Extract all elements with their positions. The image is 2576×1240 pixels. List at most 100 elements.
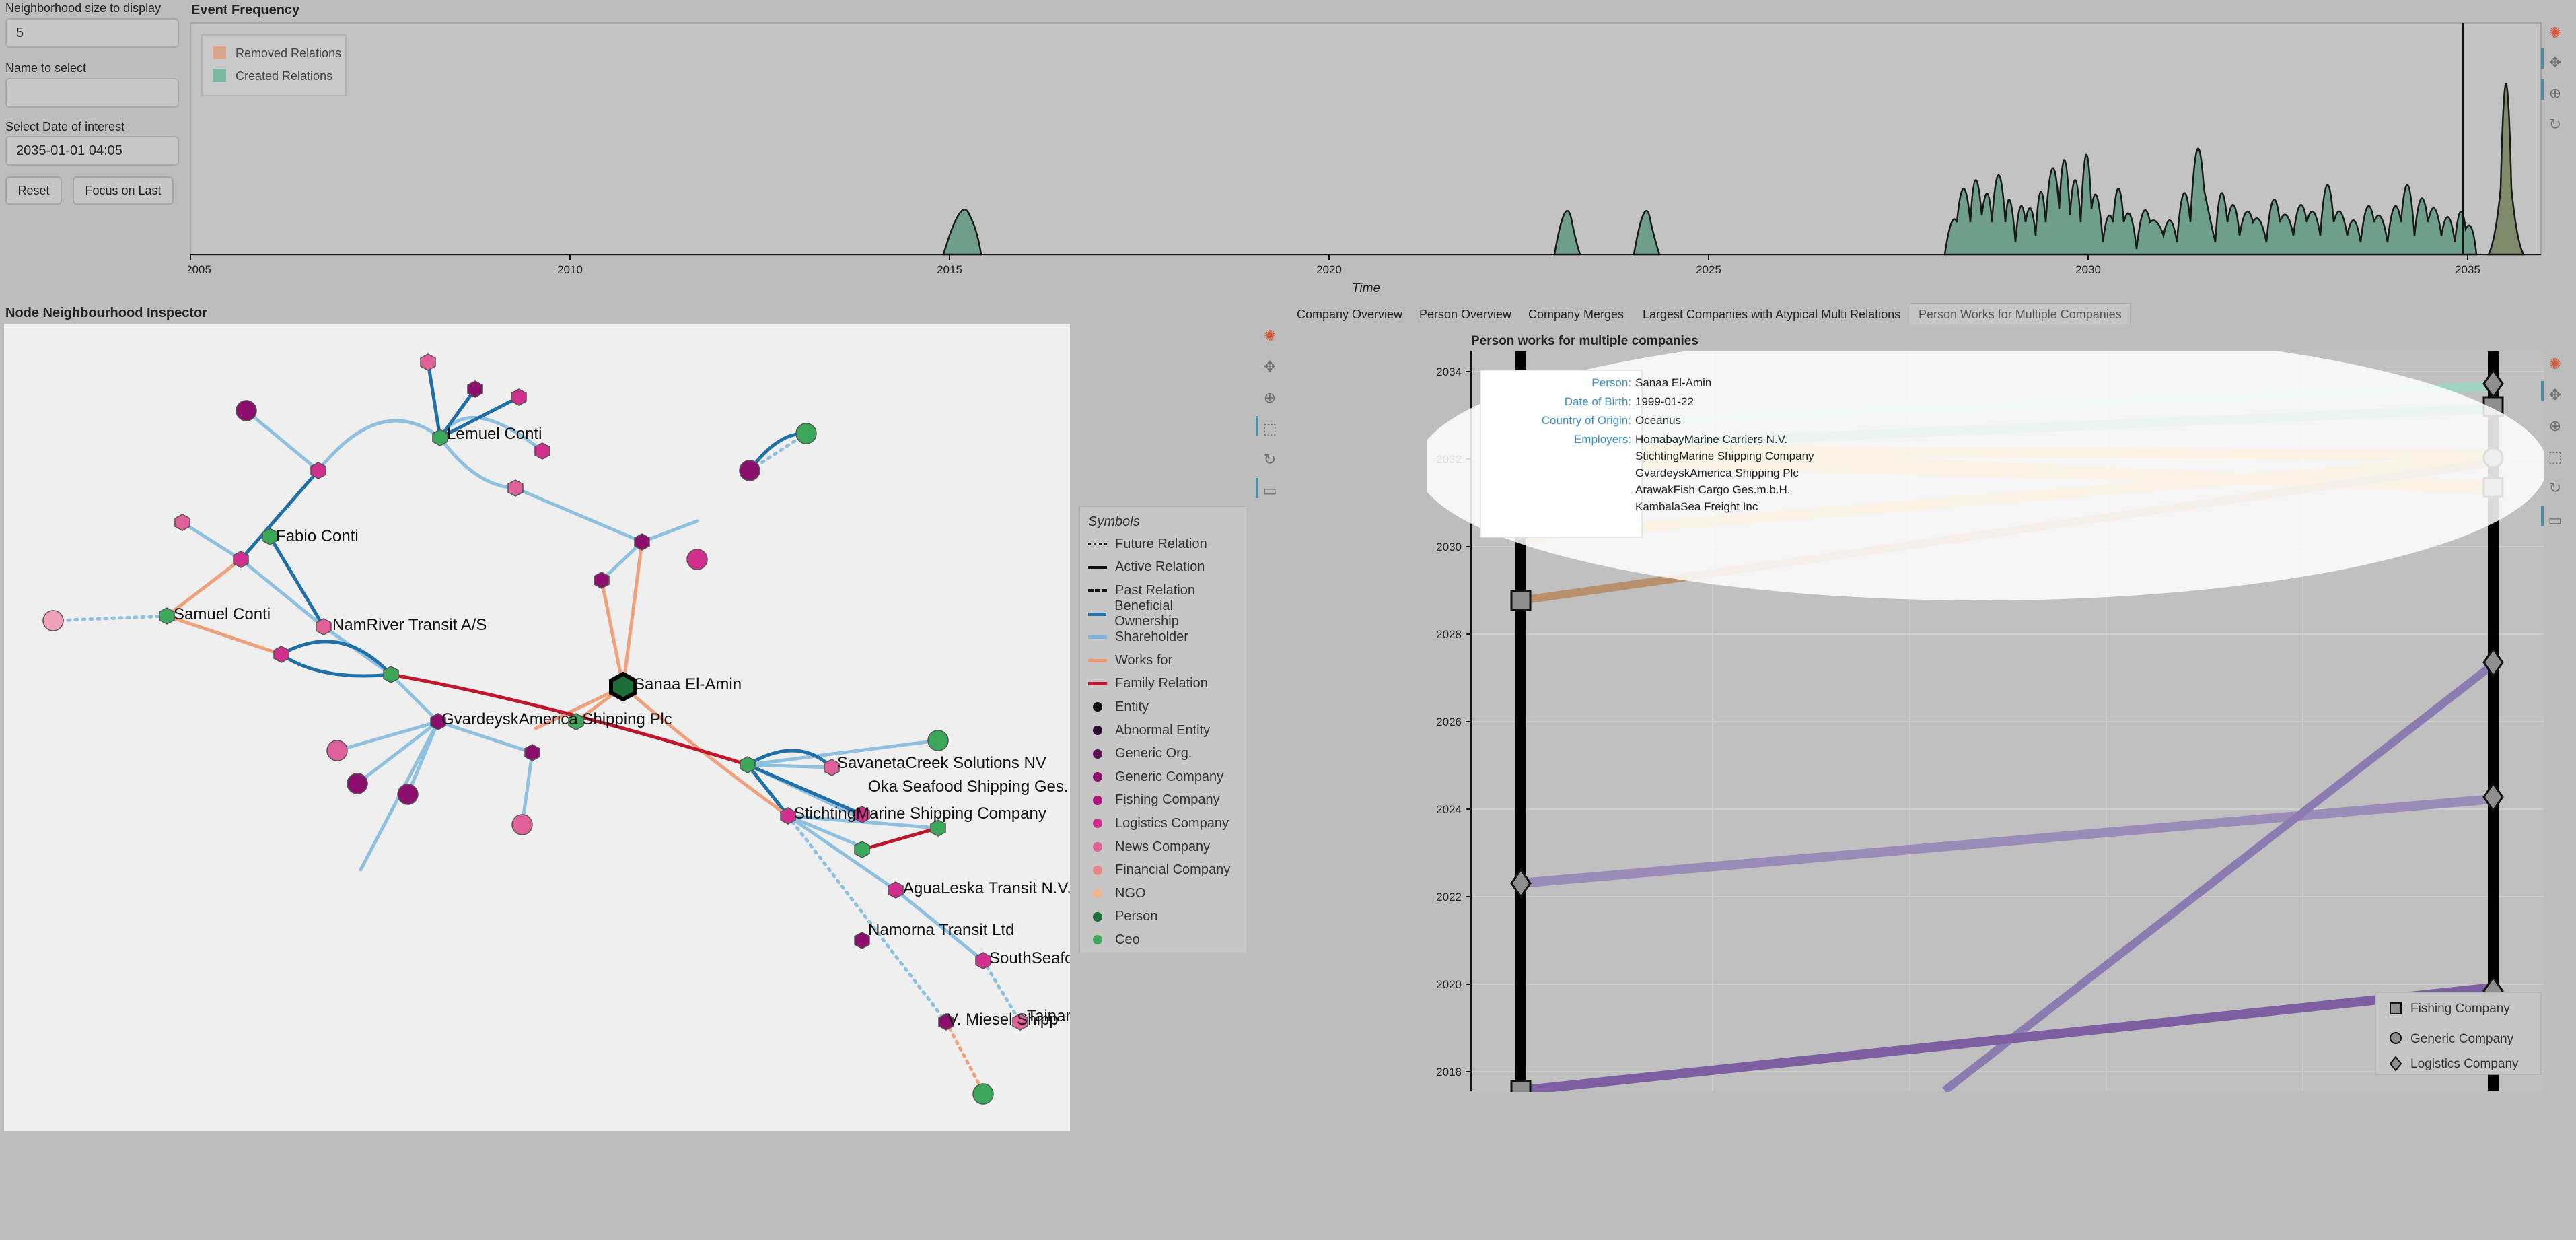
- inspector-title: Node Neighbourhood Inspector: [5, 306, 207, 320]
- network-graph[interactable]: Lemuel Conti Fabio Conti Samuel Conti Na…: [4, 324, 1070, 1131]
- node-label: SavanetaCreek Solutions NV: [837, 754, 1046, 772]
- symbol-ceo: Ceo: [1088, 928, 1238, 952]
- date-select-input[interactable]: 2035-01-01 04:05: [5, 136, 179, 166]
- box-select-icon[interactable]: ⬚: [2545, 447, 2565, 467]
- event-x-tick: 2010: [557, 263, 583, 276]
- symbol-financial-company: Financial Company: [1088, 858, 1238, 882]
- event-x-tick: 2025: [1696, 263, 1721, 276]
- event-x-tick: 2005: [188, 263, 211, 276]
- tab-person-works-multiple[interactable]: Person Works for Multiple Companies: [1910, 303, 2131, 324]
- event-frequency-title: Event Frequency: [191, 3, 300, 18]
- legend-label: Fishing Company: [2410, 1002, 2510, 1016]
- wheel-zoom-icon[interactable]: ⊕: [2545, 83, 2565, 104]
- bokeh-logo-icon[interactable]: ✺: [2545, 23, 2565, 43]
- node-label: StichtingMarine Shipping Company: [794, 804, 1046, 823]
- symbols-legend: Symbols Future Relation Active Relation …: [1079, 506, 1246, 953]
- y-tick: 2030: [1436, 541, 1462, 553]
- toolbar-active-indicator: [2541, 381, 2544, 401]
- tooltip-employer: KambalaSea Freight Inc: [1635, 500, 1758, 513]
- event-x-tick: 2020: [1316, 263, 1342, 276]
- toolbar-active-indicator: [1256, 416, 1258, 436]
- legend-marker-circle: [2390, 1032, 2402, 1044]
- tooltip-key: Country of Origin:: [1542, 414, 1631, 427]
- tab-largest-companies[interactable]: Largest Companies with Atypical Multi Re…: [1634, 303, 1909, 324]
- symbol-person: Person: [1088, 905, 1238, 929]
- legend-label: Logistics Company: [2410, 1057, 2519, 1071]
- tooltip-value: Sanaa El-Amin: [1635, 376, 1711, 389]
- node-label: AguaLeska Transit N.V.: [903, 879, 1070, 897]
- name-select-label: Name to select: [5, 61, 87, 75]
- event-legend-box: [201, 34, 347, 96]
- hover-tool-icon[interactable]: ▭: [2545, 510, 2565, 530]
- graph-right-edge: [1070, 324, 1077, 1131]
- toolbar-active-indicator: [2541, 506, 2544, 526]
- reset-tool-icon[interactable]: ↻: [1260, 450, 1280, 470]
- reset-button[interactable]: Reset: [5, 176, 62, 205]
- node-label: NamRiver Transit A/S: [332, 616, 487, 634]
- tab-company-merges[interactable]: Company Merges: [1519, 303, 1633, 324]
- node-label: Tainam: [1027, 1007, 1070, 1025]
- node-label: SouthSeafo: [989, 949, 1070, 967]
- hover-tool-icon[interactable]: ▭: [1260, 481, 1280, 501]
- node-label: GvardeyskAmerica Shipping Plc: [441, 710, 672, 728]
- legend-label-created: Created Relations: [236, 69, 332, 83]
- name-select-input[interactable]: [5, 78, 179, 108]
- symbol-ngo: NGO: [1088, 882, 1238, 905]
- tooltip-key: Person:: [1591, 376, 1631, 389]
- pan-tool-icon[interactable]: ✥: [1260, 357, 1280, 377]
- legend-label-removed: Removed Relations: [236, 46, 341, 60]
- symbol-beneficial-ownership: Beneficial Ownership: [1088, 598, 1238, 629]
- y-tick: 2020: [1436, 978, 1462, 991]
- bokeh-logo-icon[interactable]: ✺: [1260, 326, 1280, 346]
- focus-on-last-button[interactable]: Focus on Last: [73, 176, 174, 205]
- legend-label: Generic Company: [2410, 1032, 2514, 1046]
- pan-tool-icon[interactable]: ✥: [2545, 385, 2565, 405]
- toolbar-active-indicator: [2541, 79, 2544, 100]
- y-tick: 2034: [1436, 366, 1462, 378]
- event-x-tick: 2015: [937, 263, 962, 276]
- reset-tool-icon[interactable]: ↻: [2545, 114, 2565, 135]
- tooltip-key: Employers:: [1574, 433, 1631, 446]
- wheel-zoom-icon[interactable]: ⊕: [2545, 416, 2565, 436]
- person-chart-title: Person works for multiple companies: [1471, 334, 1698, 348]
- symbol-logistics-company: Logistics Company: [1088, 812, 1238, 835]
- node-label: Samuel Conti: [174, 605, 271, 623]
- bokeh-logo-icon[interactable]: ✺: [2545, 354, 2565, 374]
- symbol-works-for: Works for: [1088, 649, 1238, 673]
- symbols-title: Symbols: [1088, 514, 1140, 529]
- date-select-label: Select Date of interest: [5, 120, 125, 133]
- tooltip-employer: HomabayMarine Carriers N.V.: [1635, 433, 1787, 446]
- event-x-axis-label: Time: [1352, 281, 1380, 296]
- node-label: Fabio Conti: [276, 527, 359, 545]
- toolbar-active-indicator: [1256, 478, 1258, 498]
- wheel-zoom-icon[interactable]: ⊕: [1260, 388, 1280, 408]
- neighborhood-size-label: Neighborhood size to display: [5, 1, 162, 15]
- tooltip-value: Oceanus: [1635, 414, 1681, 427]
- node-label: Oka Seafood Shipping Ges.: [868, 778, 1069, 796]
- tab-person-overview[interactable]: Person Overview: [1410, 303, 1520, 324]
- symbol-abnormal-entity: Abnormal Entity: [1088, 719, 1238, 743]
- neighborhood-size-input[interactable]: 5: [5, 18, 179, 48]
- symbol-generic-company: Generic Company: [1088, 765, 1238, 789]
- toolbar-active-indicator: [2541, 48, 2544, 69]
- tooltip-value: 1999-01-22: [1635, 395, 1694, 408]
- legend-swatch-removed: [213, 46, 226, 59]
- symbol-active-relation: Active Relation: [1088, 556, 1238, 580]
- legend-marker-square: [2390, 1002, 2402, 1014]
- event-frequency-chart: 2005 2010 2015 2020 2025 2030 2035 Time …: [188, 22, 2542, 296]
- y-tick: 2022: [1436, 891, 1462, 903]
- pan-tool-icon[interactable]: ✥: [2545, 53, 2565, 73]
- reset-tool-icon[interactable]: ↻: [2545, 478, 2565, 498]
- tab-company-overview[interactable]: Company Overview: [1288, 303, 1411, 324]
- y-tick: 2024: [1436, 803, 1462, 816]
- symbol-entity: Entity: [1088, 695, 1238, 719]
- symbol-fishing-company: Fishing Company: [1088, 789, 1238, 813]
- legend-swatch-created: [213, 69, 226, 82]
- y-tick: 2028: [1436, 628, 1462, 641]
- box-select-icon[interactable]: ⬚: [1260, 419, 1280, 439]
- symbol-family-relation: Family Relation: [1088, 673, 1238, 696]
- tooltip-employer: StichtingMarine Shipping Company: [1635, 450, 1814, 462]
- person-works-chart[interactable]: 2034 2032 2030 2028 2026 2024 2022 2020 …: [1427, 351, 2544, 1092]
- event-x-tick: 2035: [2455, 263, 2480, 276]
- y-tick: 2018: [1436, 1066, 1462, 1078]
